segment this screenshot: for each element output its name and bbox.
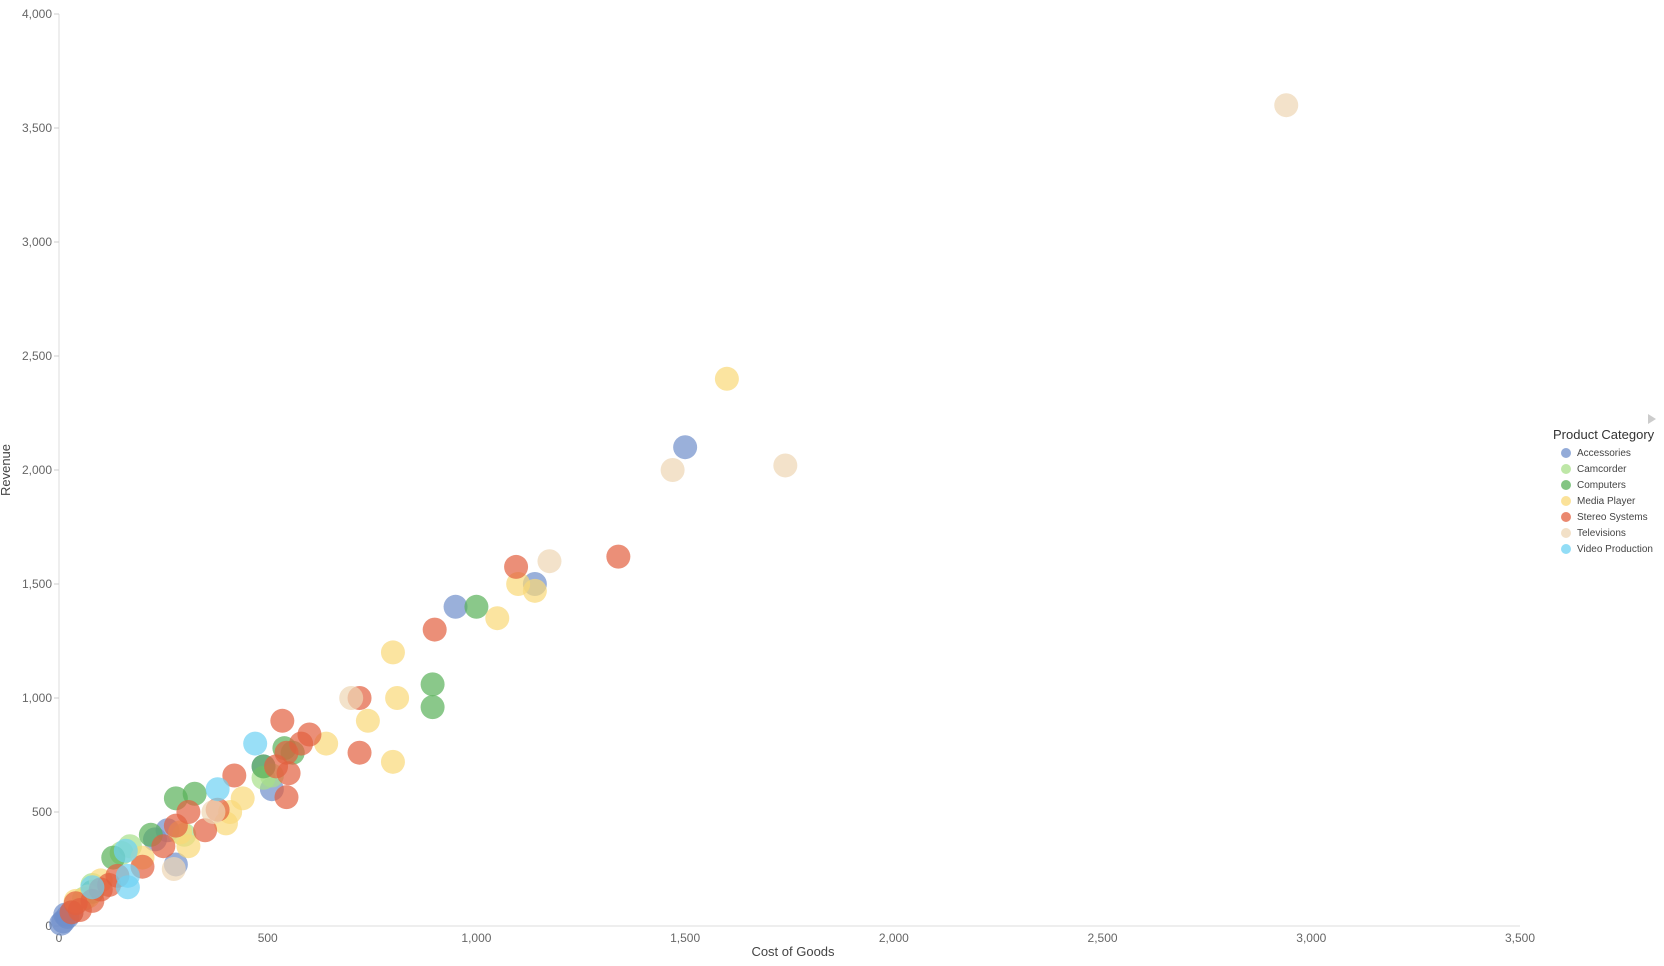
- legend-swatch-icon: [1561, 448, 1571, 458]
- data-point[interactable]: [385, 686, 410, 710]
- x-tick-label: 2,500: [1088, 931, 1118, 945]
- data-point[interactable]: [151, 834, 176, 859]
- data-point[interactable]: [464, 594, 489, 619]
- data-point[interactable]: [420, 672, 445, 697]
- legend-swatch-icon: [1561, 544, 1571, 554]
- legend-label: Accessories: [1577, 447, 1631, 459]
- y-tick-label: 3,000: [22, 235, 52, 249]
- legend-swatch-icon: [1561, 528, 1571, 538]
- y-tick-label: 3,500: [22, 121, 52, 135]
- data-point[interactable]: [270, 708, 295, 733]
- data-point[interactable]: [201, 800, 226, 824]
- x-tick-label: 1,500: [670, 931, 700, 945]
- legend-label: Video Production: [1577, 543, 1653, 555]
- x-axis-title: Cost of Goods: [751, 944, 835, 959]
- data-points: [49, 93, 1299, 936]
- y-tick-label: 2,000: [22, 463, 52, 477]
- legend-item[interactable]: Media Player: [1561, 493, 1664, 509]
- y-axis-title: Revenue: [0, 444, 13, 496]
- y-tick-label: 4,000: [22, 7, 52, 21]
- scatter-chart: 05001,0001,5002,0002,5003,0003,5004,000 …: [0, 7, 1536, 959]
- y-tick-label: 1,000: [22, 691, 52, 705]
- legend-label: Camcorder: [1577, 463, 1627, 475]
- y-tick-label: 500: [32, 805, 52, 819]
- legend-swatch-icon: [1561, 512, 1571, 522]
- x-tick-label: 2,000: [879, 931, 909, 945]
- data-point[interactable]: [660, 458, 685, 482]
- legend-item[interactable]: Computers: [1561, 477, 1664, 493]
- y-tick-label: 2,500: [22, 349, 52, 363]
- data-point[interactable]: [714, 366, 739, 391]
- data-point[interactable]: [115, 875, 140, 900]
- data-point[interactable]: [420, 695, 445, 720]
- legend: Product Category Accessories Camcorder Com…: [1553, 427, 1664, 557]
- legend-swatch-icon: [1561, 464, 1571, 474]
- data-point[interactable]: [274, 785, 299, 810]
- y-ticks: 05001,0001,5002,0002,5003,0003,5004,000: [22, 7, 59, 933]
- data-point[interactable]: [80, 875, 105, 900]
- legend-scroll-arrow-icon[interactable]: [1648, 414, 1656, 424]
- legend-item[interactable]: Camcorder: [1561, 461, 1664, 477]
- data-point[interactable]: [485, 606, 510, 631]
- x-ticks: 0 500 1,000 1,500 2,000 2,500 3,000 3,500: [56, 931, 1536, 945]
- x-tick-label: 3,500: [1505, 931, 1535, 945]
- legend-label: Media Player: [1577, 495, 1636, 507]
- data-point[interactable]: [606, 544, 631, 569]
- data-point[interactable]: [355, 708, 380, 733]
- data-point[interactable]: [347, 740, 372, 765]
- data-point[interactable]: [276, 761, 301, 786]
- data-point[interactable]: [380, 749, 405, 774]
- data-point[interactable]: [113, 838, 138, 863]
- data-point[interactable]: [205, 777, 230, 802]
- x-tick-label: 3,000: [1296, 931, 1326, 945]
- data-point[interactable]: [243, 731, 268, 756]
- legend-title: Product Category: [1553, 427, 1655, 442]
- legend-label: Stereo Systems: [1577, 511, 1648, 523]
- data-point[interactable]: [380, 640, 405, 665]
- data-point[interactable]: [161, 857, 186, 881]
- data-point[interactable]: [163, 813, 188, 838]
- x-tick-label: 500: [258, 931, 278, 945]
- legend-label: Televisions: [1577, 527, 1626, 539]
- legend-swatch-icon: [1561, 480, 1571, 490]
- data-point[interactable]: [339, 686, 364, 710]
- data-point[interactable]: [673, 435, 698, 460]
- data-point[interactable]: [443, 594, 468, 619]
- data-point[interactable]: [422, 617, 447, 642]
- data-point[interactable]: [1274, 93, 1299, 118]
- legend-item[interactable]: Stereo Systems: [1561, 509, 1664, 525]
- legend-label: Computers: [1577, 479, 1626, 491]
- legend-item[interactable]: Video Production: [1561, 541, 1664, 557]
- x-tick-label: 1,000: [461, 931, 491, 945]
- data-point[interactable]: [504, 554, 529, 579]
- legend-item[interactable]: Televisions: [1561, 525, 1664, 541]
- series-televisions: [161, 93, 1299, 881]
- legend-swatch-icon: [1561, 496, 1571, 506]
- data-point[interactable]: [522, 578, 547, 603]
- data-point[interactable]: [537, 549, 562, 574]
- data-point[interactable]: [773, 453, 798, 478]
- series-stereo-systems: [59, 544, 631, 925]
- data-point[interactable]: [59, 900, 84, 925]
- y-tick-label: 1,500: [22, 577, 52, 591]
- legend-items: Accessories Camcorder Computers Media Playe…: [1553, 445, 1664, 557]
- legend-item[interactable]: Accessories: [1561, 445, 1664, 461]
